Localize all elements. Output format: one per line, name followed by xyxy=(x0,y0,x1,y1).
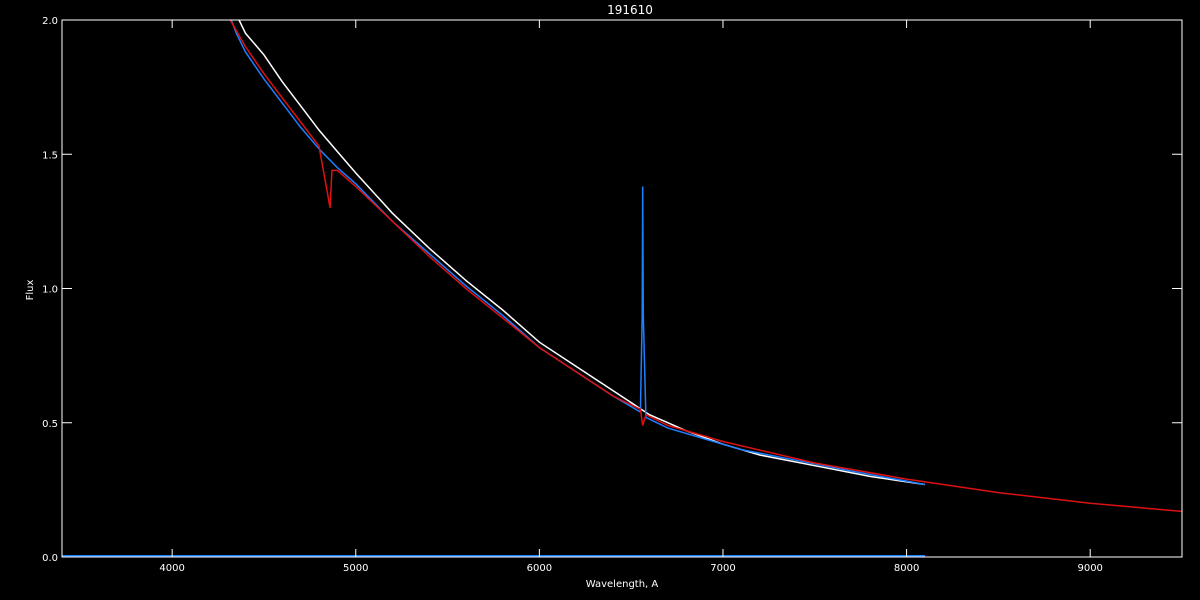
y-tick-label: 0.0 xyxy=(42,553,58,564)
x-tick-label: 6000 xyxy=(527,563,552,574)
chart-background xyxy=(0,0,1200,600)
x-tick-label: 9000 xyxy=(1077,563,1102,574)
y-tick-label: 1.5 xyxy=(42,150,58,161)
x-tick-label: 5000 xyxy=(343,563,368,574)
chart-title: 191610 xyxy=(607,3,653,17)
chart: 191610 4000 5000 6000 7000 8000 9000 0.0 0.5 1.0… xyxy=(0,0,1200,600)
x-tick-label: 8000 xyxy=(894,563,919,574)
x-axis-title: Wavelength, A xyxy=(586,579,659,590)
x-tick-label: 4000 xyxy=(159,563,184,574)
y-tick-label: 2.0 xyxy=(42,16,58,27)
y-tick-label: 0.5 xyxy=(42,419,58,430)
y-tick-label: 1.0 xyxy=(42,285,58,296)
x-tick-label: 7000 xyxy=(710,563,735,574)
y-axis-title: Flux xyxy=(25,280,36,301)
